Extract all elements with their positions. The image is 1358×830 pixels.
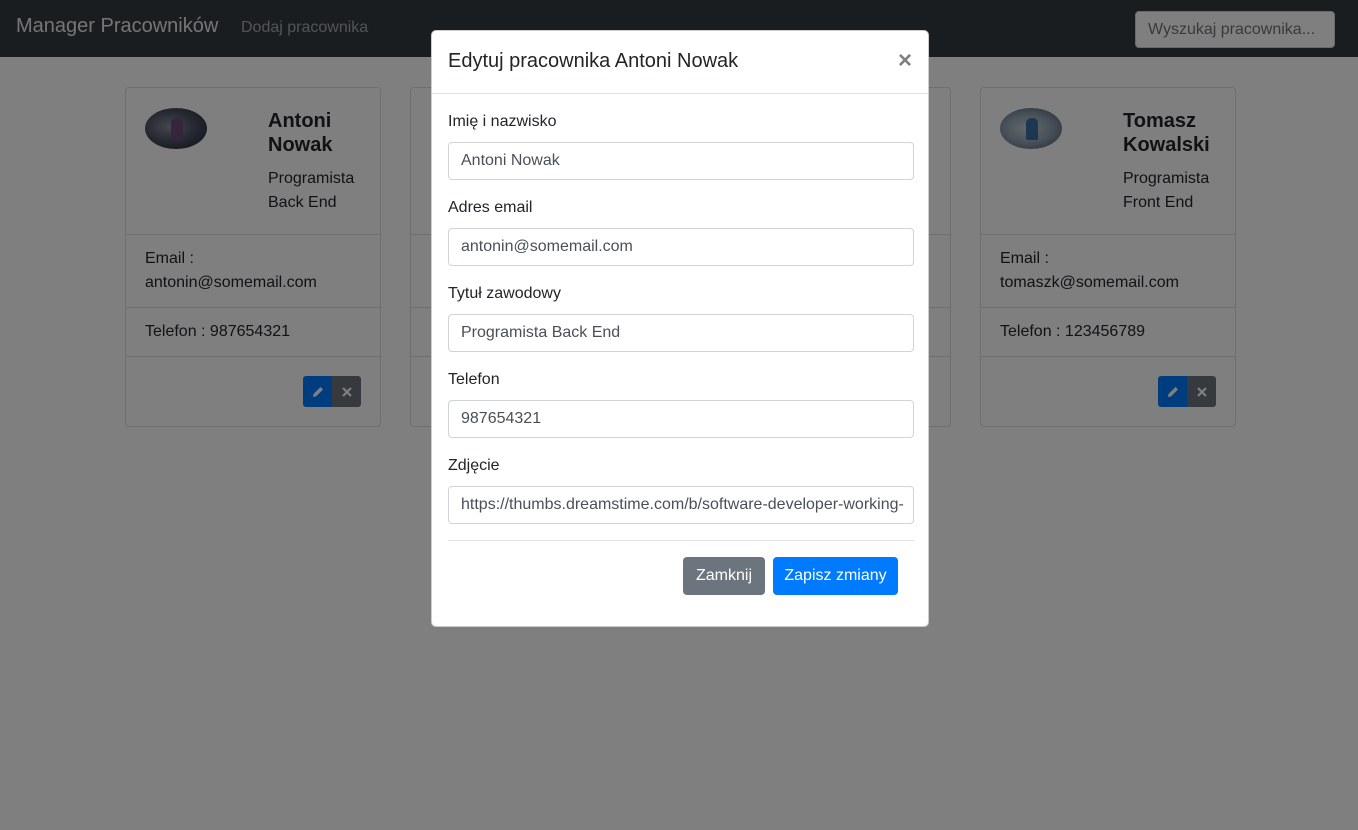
modal-header: Edytuj pracownika Antoni Nowak × bbox=[432, 31, 928, 94]
save-changes-button[interactable]: Zapisz zmiany bbox=[773, 557, 898, 595]
modal-title: Edytuj pracownika Antoni Nowak bbox=[448, 50, 739, 72]
email-input[interactable]: antonin@somemail.com bbox=[448, 228, 914, 266]
job-title-input[interactable]: Programista Back End bbox=[448, 314, 914, 352]
email-label: Adres email bbox=[448, 199, 533, 216]
name-input[interactable]: Antoni Nowak bbox=[448, 142, 914, 180]
phone-label: Telefon bbox=[448, 371, 500, 388]
close-icon[interactable]: × bbox=[898, 49, 912, 73]
job-title-label: Tytuł zawodowy bbox=[448, 285, 561, 302]
modal-footer-divider bbox=[448, 540, 914, 541]
phone-input[interactable]: 987654321 bbox=[448, 400, 914, 438]
edit-employee-modal: Edytuj pracownika Antoni Nowak × Imię i … bbox=[431, 30, 929, 627]
close-button[interactable]: Zamknij bbox=[683, 557, 765, 595]
photo-url-input[interactable]: https://thumbs.dreamstime.com/b/software… bbox=[448, 486, 914, 524]
name-label: Imię i nazwisko bbox=[448, 113, 557, 130]
photo-label: Zdjęcie bbox=[448, 457, 500, 474]
